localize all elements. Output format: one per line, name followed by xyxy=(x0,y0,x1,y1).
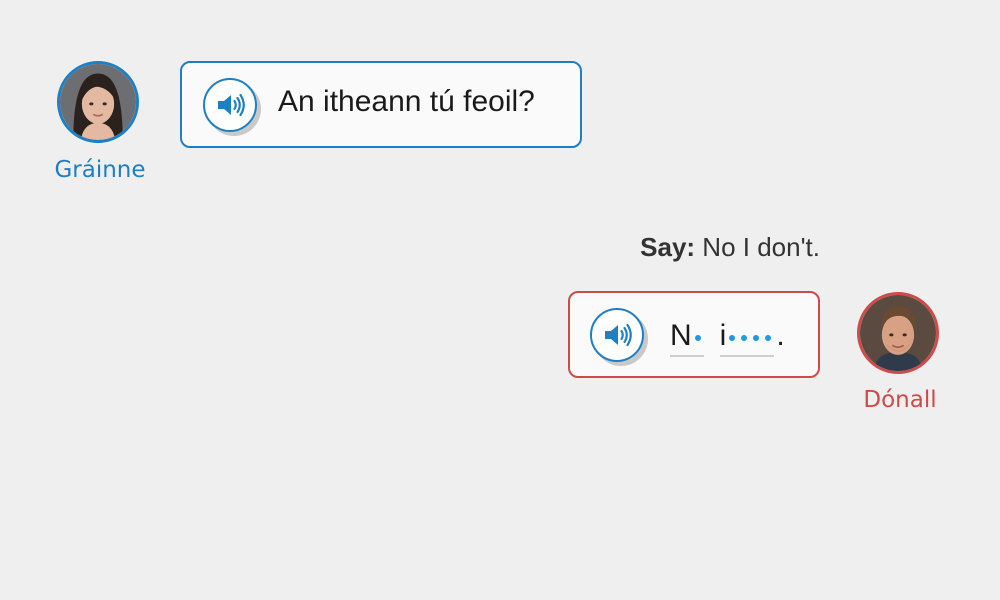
hidden-letter-dot xyxy=(765,335,772,341)
answer-word-1[interactable]: N xyxy=(670,315,704,357)
speaker-icon xyxy=(605,323,632,347)
say-label: Say: xyxy=(640,232,696,262)
answer-fill-in[interactable]: N i . xyxy=(670,317,785,357)
conversation-exercise: Gráinne An itheann tú feoil? Say: No I d… xyxy=(0,0,1000,600)
speaker-icon xyxy=(218,93,245,117)
donall-avatar xyxy=(857,292,939,374)
grainne-line-text: An itheann tú feoil? xyxy=(278,85,535,118)
answer-punctuation: . xyxy=(776,319,785,352)
donall-speech-bubble: N i . xyxy=(568,291,820,378)
woman-avatar-icon xyxy=(60,64,136,140)
grainne-avatar xyxy=(57,61,139,143)
hidden-letter-dot xyxy=(753,335,760,341)
man-avatar-icon xyxy=(860,295,936,371)
play-audio-button-donall[interactable] xyxy=(590,308,644,362)
say-text: No I don't. xyxy=(702,232,820,262)
hidden-letter-dot xyxy=(729,335,736,341)
grainne-name: Gráinne xyxy=(54,157,146,183)
play-audio-button-grainne[interactable] xyxy=(203,78,257,132)
hidden-letter-dot xyxy=(741,335,748,341)
grainne-speech-bubble: An itheann tú feoil? xyxy=(180,61,582,148)
donall-name: Dónall xyxy=(863,387,937,413)
hidden-letter-dot xyxy=(694,335,701,341)
answer-word-1-hint: N xyxy=(670,319,692,352)
say-prompt: Say: No I don't. xyxy=(600,232,820,263)
answer-word-2[interactable]: i xyxy=(719,315,775,357)
answer-word-2-hint: i xyxy=(719,319,727,352)
